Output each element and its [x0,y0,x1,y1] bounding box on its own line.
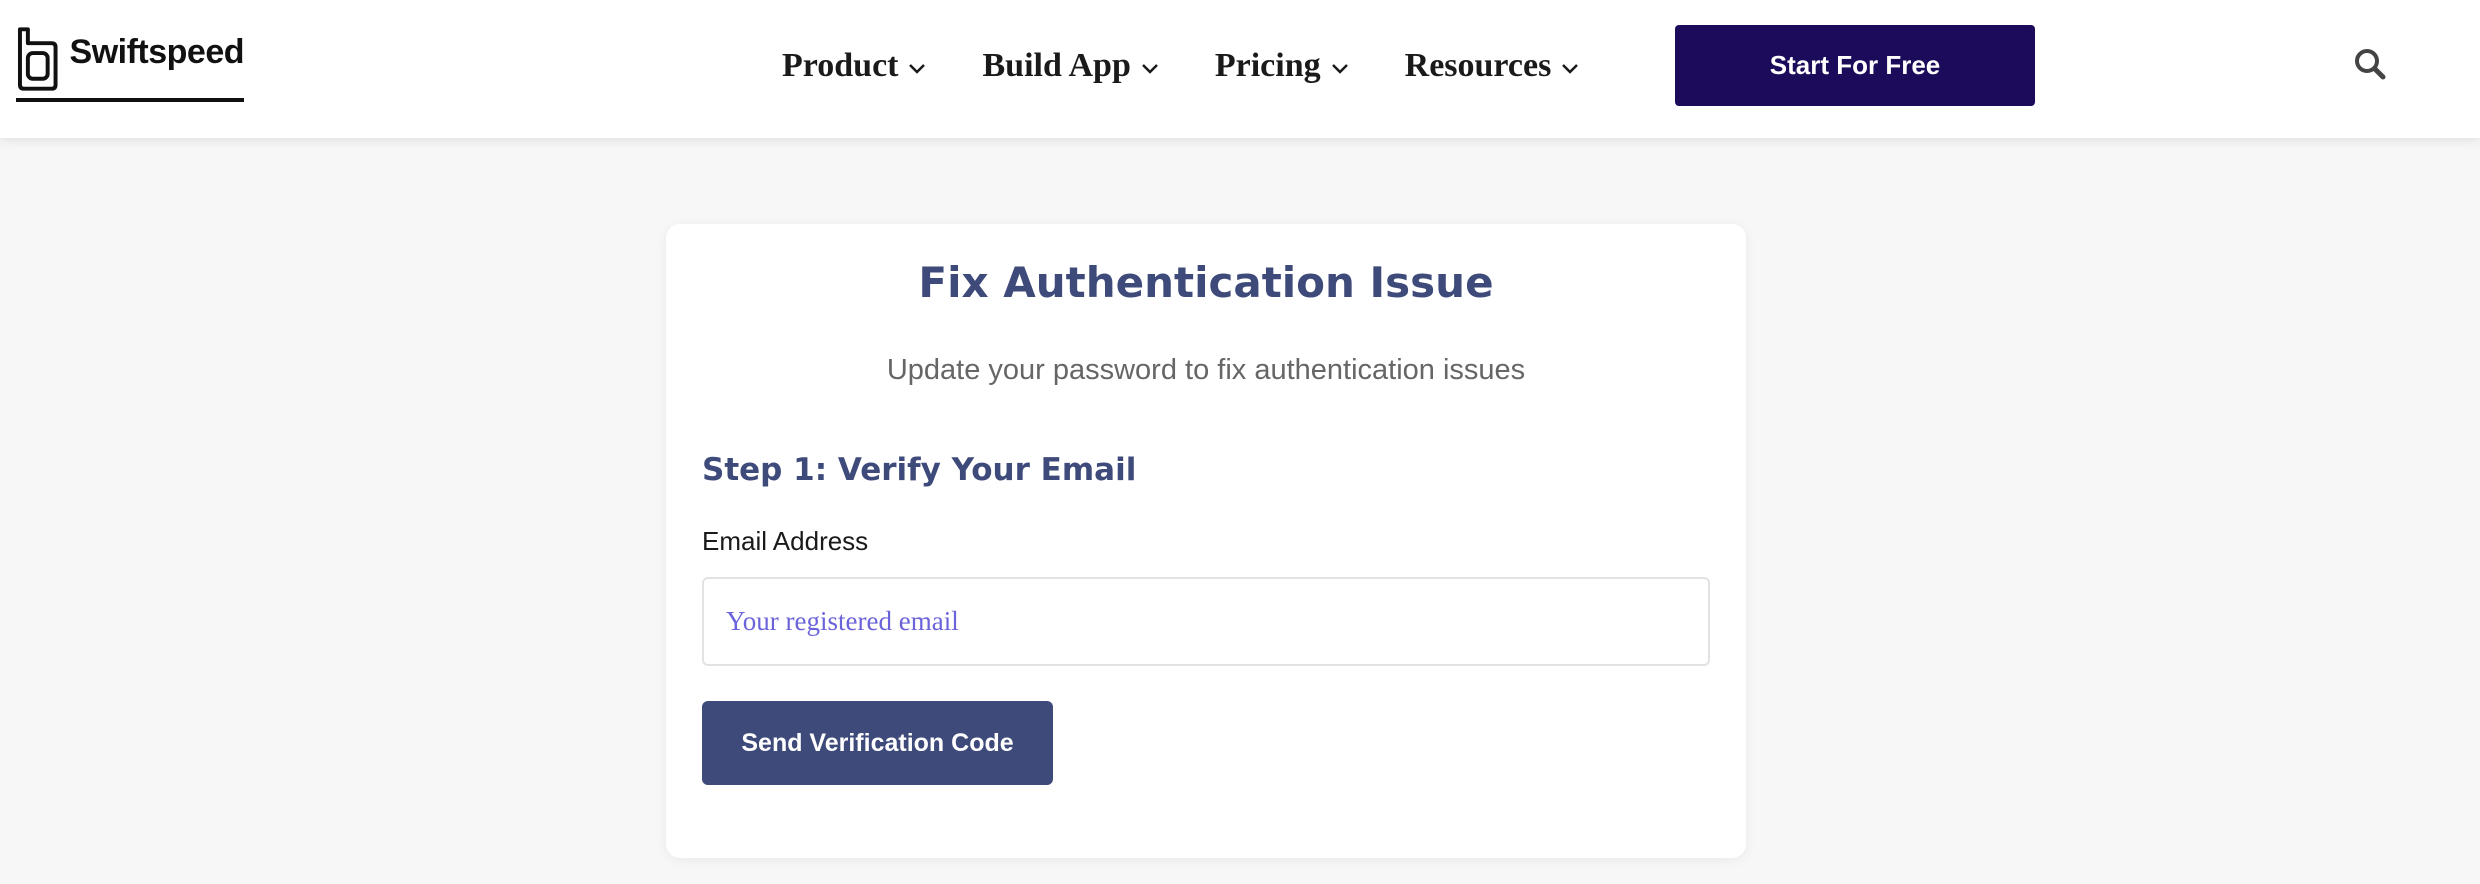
start-for-free-button[interactable]: Start For Free [1675,25,2035,106]
nav-item-label: Product [782,47,899,84]
nav-item-label: Pricing [1214,47,1321,84]
nav-item-product[interactable]: Product [782,47,926,85]
swiftspeed-logo-icon [17,27,58,91]
step-title: Step 1: Verify Your Email [702,452,1137,488]
email-field[interactable] [702,577,1710,666]
page-title: Fix Authentication Issue [918,258,1494,307]
search-icon[interactable] [2352,46,2388,82]
nav-item-label: Build App [982,47,1131,84]
nav-item-build-app[interactable]: Build App [982,47,1158,85]
logo-text: Swiftspeed [69,32,245,71]
send-verification-code-button[interactable]: Send Verification Code [702,701,1053,785]
page: Swiftspeed Product Build App Pricing Res… [0,0,2480,884]
chevron-down-icon [1562,64,1579,74]
chevron-down-icon [1141,64,1158,74]
auth-fix-card: Fix Authentication Issue Update your pas… [666,224,1746,858]
chevron-down-icon [1331,64,1348,74]
main-nav: Product Build App Pricing Resources [782,40,1635,92]
nav-item-pricing[interactable]: Pricing [1215,47,1349,85]
nav-item-resources[interactable]: Resources [1405,47,1580,85]
site-header: Swiftspeed Product Build App Pricing Res… [0,0,2480,138]
logo-link[interactable]: Swiftspeed [16,26,245,102]
email-label: Email Address [702,526,869,556]
nav-item-label: Resources [1404,47,1552,84]
chevron-down-icon [909,64,926,74]
page-subtitle: Update your password to fix authenticati… [886,354,1526,386]
